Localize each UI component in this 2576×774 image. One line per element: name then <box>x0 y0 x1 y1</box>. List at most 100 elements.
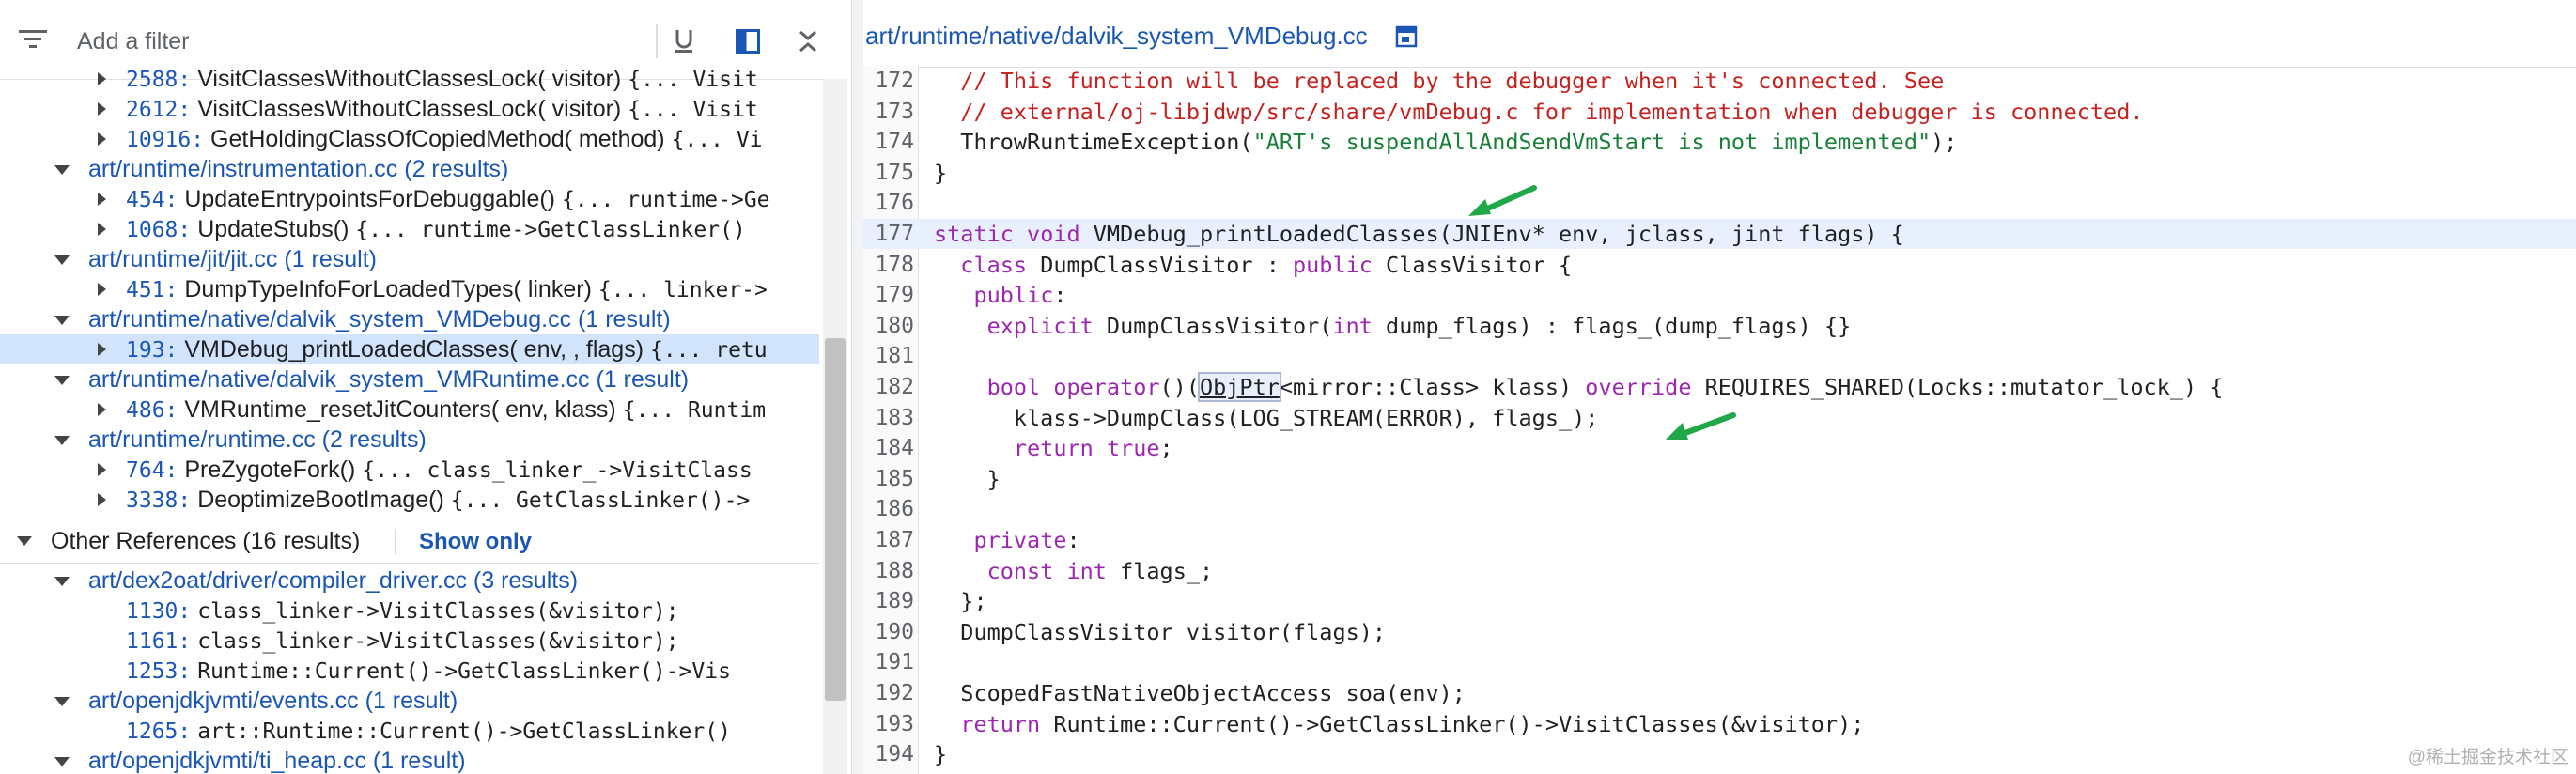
line-number[interactable]: 174 <box>863 130 914 154</box>
file-group[interactable]: art/runtime/native/dalvik_system_VMDebug… <box>0 304 819 334</box>
file-group[interactable]: art/runtime/instrumentation.cc (2 result… <box>0 154 819 184</box>
code-line[interactable]: 175} <box>863 158 2576 188</box>
file-path-link[interactable]: art/runtime/native/dalvik_system_VMDebug… <box>865 22 1368 51</box>
line-number[interactable]: 192 <box>863 681 914 705</box>
reference-row[interactable]: 1161: class_linker->VisitClasses(&visito… <box>0 626 819 656</box>
file-path-link[interactable]: art/runtime/native/dalvik_system_VMRunti… <box>88 364 689 395</box>
expand-icon[interactable] <box>98 403 106 416</box>
underline-icon[interactable] <box>665 23 703 60</box>
collapse-icon[interactable] <box>54 577 70 586</box>
result-row[interactable]: 451: DumpTypeInfoForLoadedTypes( linker)… <box>0 274 819 304</box>
filter-list-icon[interactable] <box>19 28 47 55</box>
code-line[interactable]: 194} <box>863 739 2576 769</box>
code-line[interactable]: 188 const int flags_; <box>863 556 2576 586</box>
open-in-new-icon[interactable] <box>1395 25 1418 53</box>
result-row[interactable]: 454: UpdateEntrypointsForDebuggable() {.… <box>0 184 819 214</box>
file-group[interactable]: art/openjdkjvmti/events.cc (1 result) <box>0 686 819 716</box>
code-line[interactable]: 172 // This function will be replaced by… <box>863 66 2576 96</box>
line-number[interactable]: 191 <box>863 650 914 674</box>
result-row[interactable]: 486: VMRuntime_resetJitCounters( env, kl… <box>0 395 819 425</box>
code-line[interactable]: 190 DumpClassVisitor visitor(flags); <box>863 617 2576 647</box>
code-line[interactable]: 193 return Runtime::Current()->GetClassL… <box>863 709 2576 739</box>
collapse-icon[interactable] <box>54 697 70 706</box>
code-line[interactable]: 176 <box>863 188 2576 218</box>
file-path-link[interactable]: art/runtime/runtime.cc (2 results) <box>88 425 427 455</box>
line-number[interactable]: 187 <box>863 528 914 552</box>
line-number[interactable]: 190 <box>863 620 914 644</box>
result-row[interactable]: 10916: GetHoldingClassOfCopiedMethod( me… <box>0 124 819 154</box>
collapse-icon[interactable] <box>54 757 70 766</box>
result-row[interactable]: 2588: VisitClassesWithoutClassesLock( vi… <box>0 64 819 94</box>
result-row[interactable]: 1068: UpdateStubs() {... runtime->GetCla… <box>0 214 819 244</box>
result-row[interactable]: 764: PreZygoteFork() {... class_linker_-… <box>0 455 819 485</box>
code-line[interactable]: 189 }; <box>863 586 2576 616</box>
file-path-link[interactable]: art/openjdkjvmti/events.cc (1 result) <box>88 686 458 716</box>
line-number[interactable]: 181 <box>863 344 914 368</box>
line-number[interactable]: 186 <box>863 497 914 521</box>
reference-row[interactable]: 1130: class_linker->VisitClasses(&visito… <box>0 596 819 626</box>
line-number[interactable]: 184 <box>863 436 914 460</box>
expand-icon[interactable] <box>98 463 106 476</box>
reference-row[interactable]: 1253: Runtime::Current()->GetClassLinker… <box>0 656 819 686</box>
collapse-all-icon[interactable] <box>789 23 827 60</box>
expand-icon[interactable] <box>98 72 106 85</box>
code-line[interactable]: 191 <box>863 647 2576 677</box>
code-line-highlighted[interactable]: 177 static void VMDebug_printLoadedClasse… <box>863 219 2576 249</box>
code-line[interactable]: 179 public: <box>863 280 2576 310</box>
code-line[interactable]: 187 private: <box>863 525 2576 555</box>
result-row[interactable]: 2612: VisitClassesWithoutClassesLock( vi… <box>0 94 819 124</box>
code-line[interactable]: 174 ThrowRuntimeException("ART's suspend… <box>863 127 2576 157</box>
file-path-link[interactable]: art/runtime/jit/jit.cc (1 result) <box>88 244 377 274</box>
file-path-link[interactable]: art/runtime/instrumentation.cc (2 result… <box>88 154 508 184</box>
collapse-icon[interactable] <box>54 436 70 445</box>
expand-icon[interactable] <box>98 193 106 206</box>
expand-icon[interactable] <box>98 223 106 236</box>
collapse-icon[interactable] <box>17 536 32 546</box>
expand-icon[interactable] <box>98 132 106 146</box>
line-number[interactable]: 182 <box>863 375 914 399</box>
line-number[interactable]: 188 <box>863 559 914 583</box>
side-panel-icon[interactable] <box>729 23 767 60</box>
file-path-link[interactable]: art/dex2oat/driver/compiler_driver.cc (3… <box>88 565 578 596</box>
code-line[interactable]: 186 <box>863 494 2576 524</box>
file-group[interactable]: art/runtime/jit/jit.cc (1 result) <box>0 244 819 274</box>
panel-resize-handle[interactable] <box>851 0 864 774</box>
collapse-icon[interactable] <box>54 316 70 325</box>
line-number[interactable]: 175 <box>863 161 914 185</box>
file-path-link[interactable]: art/openjdkjvmti/ti_heap.cc (1 result) <box>88 746 466 774</box>
line-number[interactable]: 179 <box>863 283 914 307</box>
result-row[interactable]: 3338: DeoptimizeBootImage() {... GetClas… <box>0 485 819 515</box>
file-group[interactable]: art/runtime/native/dalvik_system_VMRunti… <box>0 364 819 395</box>
code-line[interactable]: 180 explicit DumpClassVisitor(int dump_f… <box>863 311 2576 341</box>
reference-row[interactable]: 1265: art::Runtime::Current()->GetClassL… <box>0 716 819 746</box>
expand-icon[interactable] <box>98 343 106 356</box>
collapse-icon[interactable] <box>54 165 70 175</box>
code-line[interactable]: 182 bool operator()(ObjPtr<mirror::Class… <box>863 372 2576 402</box>
expand-icon[interactable] <box>98 283 106 296</box>
line-number[interactable]: 176 <box>863 191 914 215</box>
file-path-link[interactable]: art/runtime/native/dalvik_system_VMDebug… <box>88 304 671 334</box>
line-number[interactable]: 178 <box>863 253 914 277</box>
code-line[interactable]: 181 <box>863 341 2576 371</box>
file-group[interactable]: art/dex2oat/driver/compiler_driver.cc (3… <box>0 565 819 596</box>
expand-icon[interactable] <box>98 493 106 506</box>
scrollbar-thumb[interactable] <box>825 338 846 701</box>
file-group[interactable]: art/runtime/runtime.cc (2 results) <box>0 425 819 455</box>
collapse-icon[interactable] <box>54 376 70 385</box>
line-number[interactable]: 177 <box>863 222 914 246</box>
other-references-header[interactable]: Other References (16 results) Show only <box>0 519 819 564</box>
file-group[interactable]: art/openjdkjvmti/ti_heap.cc (1 result) <box>0 746 819 774</box>
expand-icon[interactable] <box>98 102 106 116</box>
line-number[interactable]: 194 <box>863 742 914 766</box>
code-line[interactable]: 178 class DumpClassVisitor : public Clas… <box>863 250 2576 280</box>
result-row-selected[interactable]: 193: VMDebug_printLoadedClasses( env, , … <box>0 334 819 364</box>
line-number[interactable]: 193 <box>863 712 914 736</box>
collapse-icon[interactable] <box>54 255 70 265</box>
line-number[interactable]: 173 <box>863 100 914 124</box>
code-line[interactable]: 185 } <box>863 464 2576 494</box>
line-number[interactable]: 185 <box>863 467 914 491</box>
line-number[interactable]: 189 <box>863 589 914 613</box>
show-only-button[interactable]: Show only <box>419 529 532 555</box>
line-number[interactable]: 183 <box>863 406 914 430</box>
line-number[interactable]: 172 <box>863 69 914 93</box>
